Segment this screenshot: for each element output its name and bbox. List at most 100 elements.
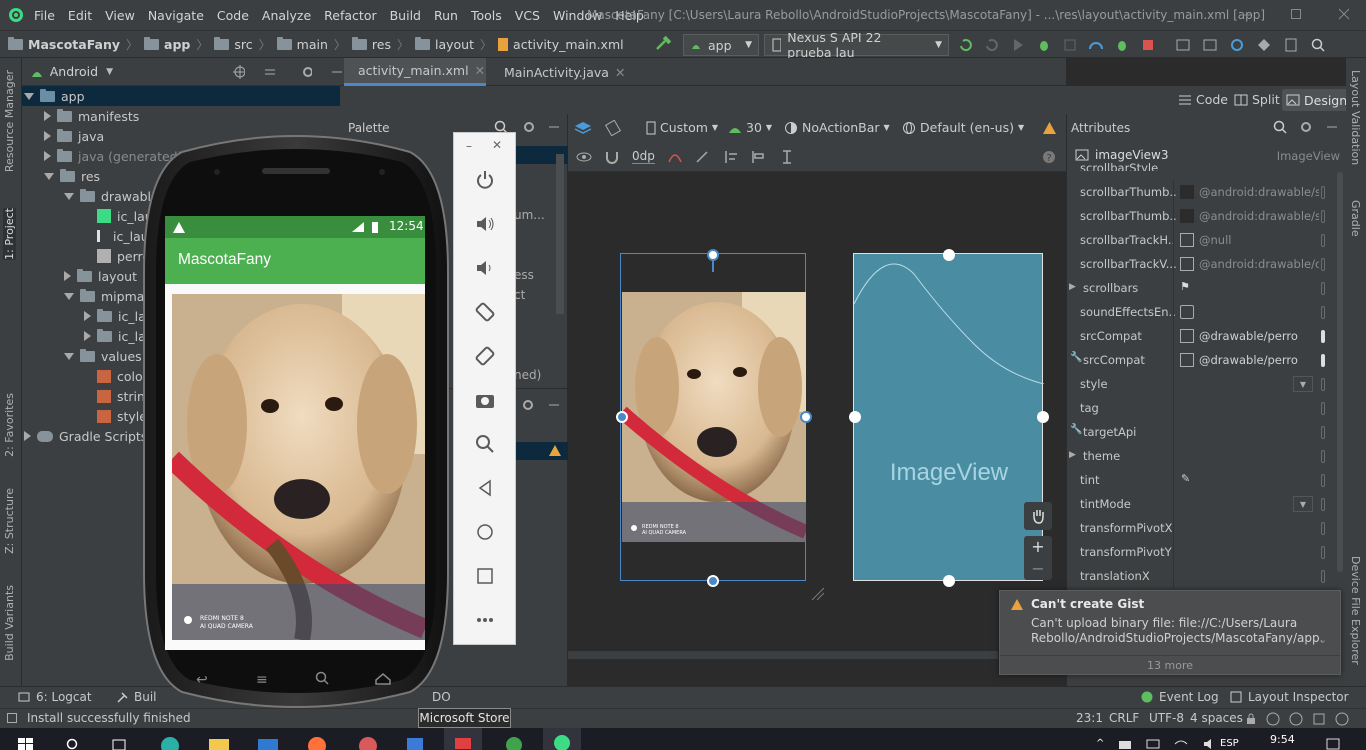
maps-icon[interactable] [505, 736, 523, 750]
eyedropper-icon[interactable]: ✎ [1181, 472, 1190, 485]
attribute-picker-button[interactable] [1321, 210, 1325, 223]
hide-icon[interactable] [547, 398, 561, 412]
attribute-row[interactable]: tint ✎ [1067, 468, 1347, 492]
attribute-row[interactable]: scrollbarTrackH... @null [1067, 228, 1347, 252]
canvas-horizontal-scrollbar[interactable] [568, 651, 998, 659]
attribute-picker-button[interactable] [1321, 546, 1325, 559]
tree-item[interactable]: ic_la [84, 306, 146, 326]
expand-arrow-icon[interactable]: ▶ [1069, 450, 1076, 460]
collapsed-arrow-icon[interactable] [44, 131, 51, 141]
tree-item[interactable]: mipmap [64, 286, 152, 306]
breadcrumb-item[interactable]: res [351, 37, 391, 52]
app-icon[interactable] [358, 736, 378, 750]
align-icon[interactable] [751, 150, 767, 164]
line-separator[interactable]: CRLF [1109, 711, 1139, 725]
volume-icon[interactable] [1202, 738, 1216, 749]
memory-icon[interactable] [1312, 712, 1326, 726]
camera-icon[interactable] [474, 389, 496, 411]
tree-item[interactable]: perro [84, 246, 150, 266]
chevron-down-icon[interactable]: ▼ [106, 67, 113, 77]
blueprint-surface[interactable]: ImageView [849, 249, 1049, 587]
caret-position[interactable]: 23:1 [1076, 711, 1103, 725]
status-message[interactable]: Install successfully finished [27, 711, 191, 725]
apply-changes-icon[interactable] [958, 37, 974, 53]
back-icon[interactable] [474, 477, 496, 499]
attribute-row[interactable]: 🔧 targetApi [1067, 420, 1347, 444]
collapsed-arrow-icon[interactable] [24, 431, 31, 441]
windows-start-icon[interactable] [18, 738, 34, 750]
android-studio-taskbar-button[interactable] [543, 728, 581, 750]
attribute-row[interactable]: ▶ theme [1067, 444, 1347, 468]
palette-item-partial[interactable]: um... [514, 208, 545, 222]
attribute-picker-button[interactable] [1321, 330, 1325, 343]
attribute-row[interactable]: srcCompat @drawable/perro [1067, 324, 1347, 348]
stop-icon[interactable] [1140, 37, 1156, 53]
attribute-picker-button[interactable] [1321, 426, 1325, 439]
clock[interactable]: 9:54 [1270, 733, 1295, 746]
help-icon[interactable]: ? [1042, 150, 1056, 164]
menu-file[interactable]: File [34, 8, 55, 23]
attributes-scrollbar[interactable] [1337, 172, 1343, 572]
emulator-close-icon[interactable]: ✕ [492, 138, 502, 152]
tree-item[interactable]: colo [84, 366, 143, 386]
dropdown-chevron-icon[interactable]: ▼ [1293, 376, 1313, 392]
menu-code[interactable]: Code [217, 8, 249, 23]
attribute-row[interactable]: scrollbarThumb... @android:drawable/sc [1067, 204, 1347, 228]
attribute-picker-button[interactable] [1321, 450, 1325, 463]
attribute-value[interactable]: @android:drawable/sc [1199, 209, 1319, 223]
blueprint-handle-right[interactable] [1037, 411, 1049, 423]
gist-error-notification[interactable]: Can't create Gist Can't upload binary fi… [999, 590, 1341, 675]
blueprint-handle-bottom[interactable] [943, 575, 955, 587]
profile-icon[interactable] [1088, 37, 1104, 53]
tray-chevron-icon[interactable]: ^ [1096, 738, 1104, 749]
menu-build[interactable]: Build [390, 8, 421, 23]
minimize-icon[interactable] [1240, 8, 1252, 20]
tab-project[interactable]: 1: Project [3, 208, 16, 260]
close-icon[interactable] [1338, 8, 1350, 20]
sdk-manager-icon[interactable] [1256, 37, 1272, 53]
clear-constraints-icon[interactable] [667, 150, 683, 164]
tree-item[interactable]: res [44, 166, 100, 186]
emulator-minimize-icon[interactable]: – [466, 139, 472, 153]
attribute-value[interactable]: @drawable/perro [1199, 353, 1319, 367]
file-encoding[interactable]: UTF-8 [1149, 711, 1184, 725]
design-canvas[interactable]: REDMI NOTE 8 AI QUAD CAMERA ImageView + … [568, 172, 1066, 660]
power-icon[interactable] [474, 169, 496, 191]
attribute-row[interactable]: translationX [1067, 564, 1347, 588]
tree-item[interactable]: layout [64, 266, 137, 286]
dropdown-chevron-icon[interactable]: ▼ [1293, 496, 1313, 512]
notification-more-link[interactable]: 13 more [1000, 659, 1340, 672]
tree-item[interactable]: ic_la [84, 326, 146, 346]
tree-item[interactable]: java [44, 126, 104, 146]
tree-item[interactable]: app [22, 86, 340, 106]
gear-icon[interactable] [301, 65, 313, 79]
wifi-icon[interactable] [1174, 739, 1188, 749]
toggle-tool-windows-icon[interactable] [7, 713, 17, 723]
project-structure-icon[interactable] [1175, 37, 1191, 53]
locale-select[interactable]: Default (en-us) ▼ [902, 120, 1024, 135]
menu-view[interactable]: View [105, 8, 135, 23]
hide-icon[interactable] [1325, 120, 1339, 134]
tab-event-log[interactable]: Event Log [1141, 690, 1219, 704]
search-icon[interactable] [1310, 37, 1326, 53]
restore-icon[interactable] [1290, 8, 1302, 20]
attribute-picker-button[interactable] [1321, 354, 1325, 367]
resource-preview-icon[interactable] [1180, 329, 1194, 343]
run-icon[interactable] [1010, 37, 1026, 53]
notifications-icon[interactable] [1335, 712, 1349, 726]
rotate-left-icon[interactable] [474, 301, 496, 323]
gear-icon[interactable] [1299, 120, 1313, 134]
breadcrumb-item[interactable]: app [144, 37, 190, 52]
attribute-row[interactable]: ▶ scrollbars ⚑ [1067, 276, 1347, 300]
phone-screen[interactable]: 12:54 MascotaFany REDMI NOTE 8 AI QUAD C… [165, 216, 425, 650]
attribute-picker-button[interactable] [1321, 522, 1325, 535]
zoom-in-button[interactable]: + [1024, 536, 1052, 558]
expanded-arrow-icon[interactable] [64, 352, 74, 360]
menu-edit[interactable]: Edit [68, 8, 92, 23]
attribute-value[interactable]: @null [1199, 233, 1319, 247]
palette-item-partial[interactable]: ess [514, 268, 534, 282]
tree-item[interactable]: ic_lau [84, 226, 149, 246]
expanded-arrow-icon[interactable] [24, 92, 34, 100]
file-explorer-icon[interactable] [208, 736, 230, 750]
phone-back-key-icon[interactable]: ↩ [196, 672, 208, 688]
